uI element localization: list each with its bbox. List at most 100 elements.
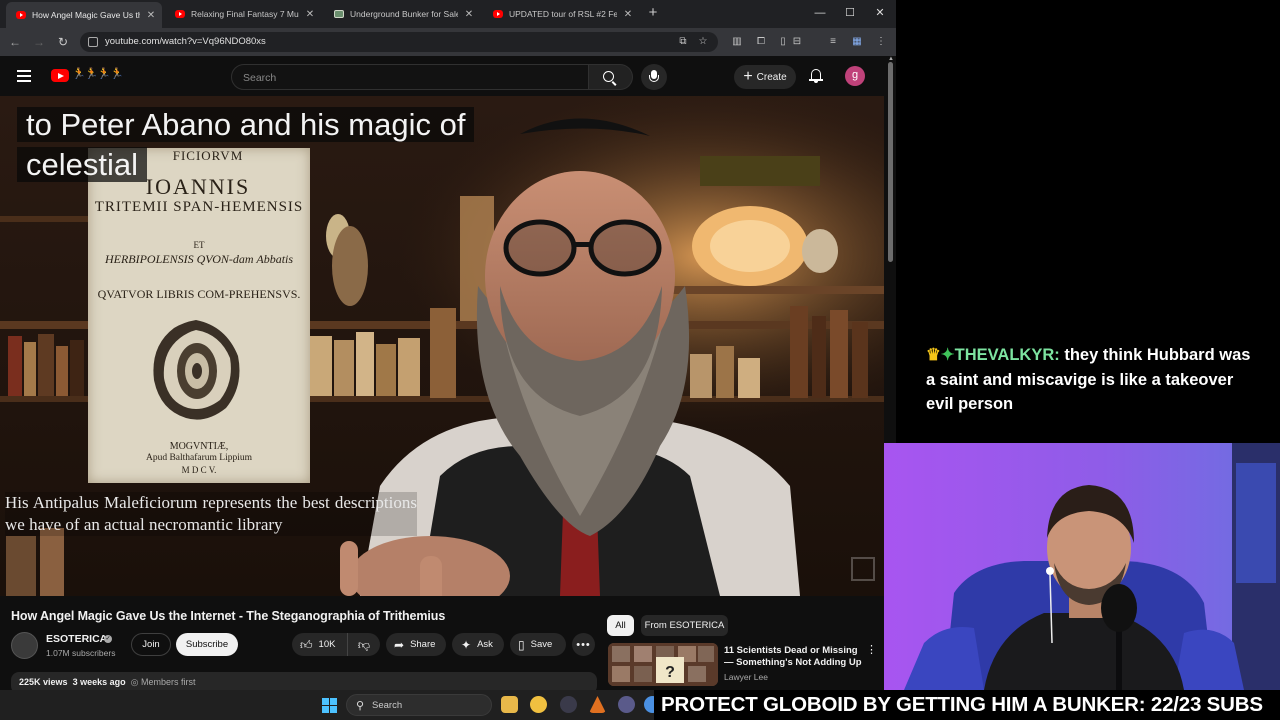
extension-icon[interactable]: ▥ (730, 35, 744, 49)
minimize-button[interactable]: — (811, 5, 829, 21)
puzzle-icon[interactable]: ⧠ (754, 35, 768, 49)
subscribe-button[interactable]: Subscribe (176, 633, 238, 656)
create-button[interactable]: + Create (734, 65, 796, 89)
close-icon[interactable]: ✕ (464, 9, 474, 20)
stream-goal-text: PROTECT GLOBOID BY GETTING HIM A BUNKER:… (661, 693, 1263, 716)
book-line: MOGVNTIÆ, (169, 441, 229, 452)
menu-dots-icon[interactable]: ⋮ (874, 35, 888, 49)
file-explorer-icon[interactable] (501, 696, 518, 713)
thumbs-down-icon: 👎︎ (357, 637, 371, 652)
notifications-bell-icon[interactable] (808, 68, 824, 84)
book-line: M D C V. (181, 465, 217, 475)
book-line: QVATVOR LIBRIS COM-PREHENSVS. (97, 287, 301, 301)
youtube-icon (16, 11, 26, 19)
recommended-video-channel[interactable]: Lawyer Lee (724, 672, 768, 682)
search-button[interactable] (589, 64, 633, 90)
search-input[interactable]: Search (231, 64, 589, 90)
tab-title: How Angel Magic Gave Us the (32, 10, 140, 20)
account-avatar[interactable]: g (845, 66, 865, 86)
book-line: HERBIPOLENSIS QVON-dam Abbatis (104, 252, 294, 266)
thumbs-up-icon: 👍︎ (300, 637, 313, 652)
tab-rsl-tour[interactable]: UPDATED tour of RSL #2 Februa ✕ (483, 2, 639, 26)
svg-text:?: ? (665, 664, 675, 681)
like-dislike-group: 👍︎ 10K 👎︎ (292, 633, 380, 656)
webcam-feed-image (884, 443, 1280, 690)
recommended-video-title[interactable]: 11 Scientists Dead or Missing — Somethin… (724, 645, 864, 669)
search-placeholder: Search (243, 72, 277, 84)
book-line: Apud Balthafarum Lippium (145, 453, 253, 463)
maximize-button[interactable]: ☐ (841, 5, 859, 21)
windows-start-icon[interactable] (322, 698, 337, 713)
url-text[interactable]: youtube.com/watch?v=Vq96NDO80xs (105, 36, 266, 47)
description-box[interactable]: 225K views 3 weeks ago ◎ Members first (11, 672, 597, 690)
voice-search-button[interactable] (641, 64, 667, 90)
reload-button[interactable]: ↻ (55, 34, 71, 50)
upload-age: 3 weeks ago (72, 677, 126, 687)
back-button[interactable]: ← (7, 34, 23, 50)
ask-label: Ask (477, 639, 493, 650)
omnibox[interactable]: youtube.com/watch?v=Vq96NDO80xs ⧉ ☆ (80, 32, 718, 52)
4k-app-icon[interactable] (560, 696, 577, 713)
plus-icon: + (743, 68, 753, 85)
caption-line-2: celestial (17, 147, 147, 182)
close-icon[interactable]: ✕ (146, 10, 156, 21)
browser-window: How Angel Magic Gave Us the ✕ Relaxing F… (0, 0, 896, 690)
video-caption-quote: His Antipalus Maleficiorum represents th… (5, 492, 417, 536)
video-caption-top: to Peter Abano and his magic of celestia… (17, 105, 475, 185)
tab-ff7-music[interactable]: Relaxing Final Fantasy 7 Music ✕ (165, 2, 321, 26)
recommended-video-thumbnail[interactable]: ? (608, 643, 718, 686)
close-icon[interactable]: ✕ (305, 9, 315, 20)
tab-title: Underground Bunker for Sale - (350, 9, 458, 19)
scrollbar-thumb[interactable] (888, 62, 893, 262)
doodle-logo-figures[interactable]: 🏃🏃🏃🏃 (72, 67, 124, 80)
address-bar-row: ← → ↻ youtube.com/watch?v=Vq96NDO80xs ⧉ … (0, 28, 896, 56)
vlc-icon[interactable] (589, 696, 606, 713)
sidebar-icon[interactable]: ▯ (776, 35, 790, 49)
image-favicon-icon (334, 10, 344, 18)
like-count: 10K (318, 639, 336, 650)
chip-all[interactable]: All (607, 615, 634, 636)
app-icon[interactable] (530, 696, 547, 713)
media-control-icon[interactable]: ≡ (826, 35, 840, 49)
bookmark-icon: ▯ (518, 637, 525, 652)
window-close-button[interactable]: ✕ (871, 5, 889, 21)
save-label: Save (530, 639, 553, 650)
tab-title: Relaxing Final Fantasy 7 Music (191, 9, 299, 19)
youtube-logo[interactable] (51, 69, 69, 82)
menu-icon[interactable] (17, 70, 31, 82)
taskbar-search[interactable]: ⚲ Search (346, 694, 492, 716)
printer-emblem-icon (153, 320, 240, 420)
like-button[interactable]: 👍︎ 10K (292, 633, 348, 656)
new-tab-button[interactable]: + (645, 5, 661, 21)
profile-icon[interactable]: ▦ (850, 35, 864, 49)
more-dots-icon: ••• (576, 638, 591, 651)
channel-avatar[interactable] (11, 632, 38, 659)
obs-icon[interactable] (618, 696, 635, 713)
install-app-icon[interactable]: ⧉ (676, 35, 690, 49)
book-line: ET (193, 240, 205, 250)
members-first-badge: ◎ Members first (130, 677, 196, 687)
video-details: How Angel Magic Gave Us the Internet - T… (0, 596, 886, 690)
chat-username: THEVALKYR: (954, 346, 1060, 364)
site-info-icon[interactable] (88, 37, 98, 47)
tab-search-icon[interactable]: ⊟ (790, 35, 804, 49)
dislike-button[interactable]: 👎︎ (348, 638, 380, 652)
bookmark-star-icon[interactable]: ☆ (696, 35, 710, 49)
taskbar-search-label: Search (372, 700, 403, 711)
video-title: How Angel Magic Gave Us the Internet - T… (11, 609, 446, 623)
verified-check-icon: ✓ (104, 635, 112, 643)
more-actions-button[interactable]: ••• (572, 633, 595, 656)
join-button[interactable]: Join (131, 633, 171, 656)
channel-name[interactable]: ESOTERICA (46, 633, 107, 645)
recommended-more-icon[interactable]: ⋮ (866, 645, 877, 656)
ask-button[interactable]: ✦ Ask (452, 633, 504, 656)
forward-button[interactable]: → (31, 34, 47, 50)
tab-bunker[interactable]: Underground Bunker for Sale - ✕ (324, 2, 480, 26)
save-button[interactable]: ▯ Save (510, 633, 566, 656)
close-icon[interactable]: ✕ (623, 9, 633, 20)
tab-angel-magic[interactable]: How Angel Magic Gave Us the ✕ (6, 2, 162, 28)
search-icon: ⚲ (356, 700, 365, 712)
chip-from-esoterica[interactable]: From ESOTERICA (641, 615, 728, 636)
video-player[interactable]: FICIORVM IOANNIS TRITEMII SPAN-HEMENSIS … (0, 96, 884, 596)
share-button[interactable]: ➦ Share (386, 633, 446, 656)
